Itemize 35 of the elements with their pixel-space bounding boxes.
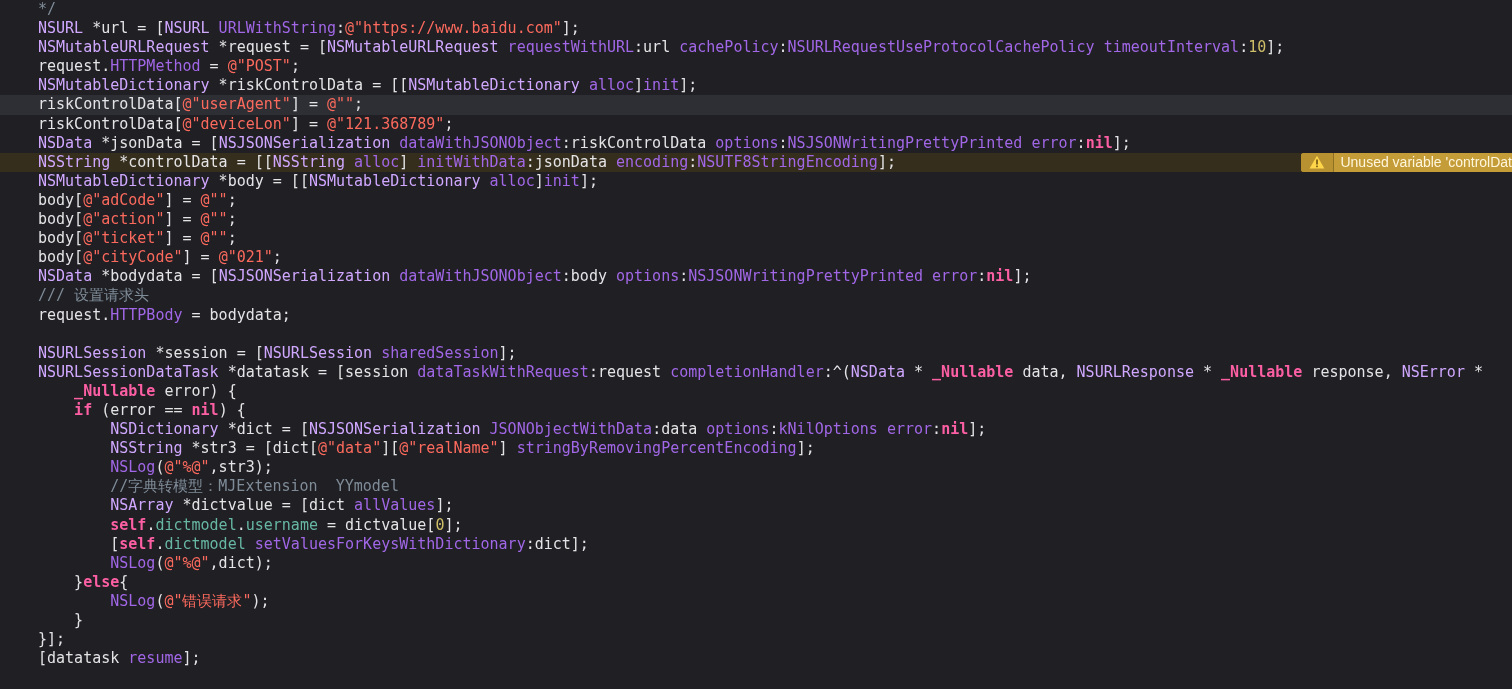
code-line: NSURL *url = [NSURL URLWithString:@"https://www.baidu.com"];	[37, 19, 581, 39]
code-line: body[@"adCode"] = @"";	[37, 190, 238, 211]
code-line: riskControlData[@"deviceLon"] = @"121.368789";	[37, 114, 455, 134]
code-line: request.HTTPBody = bodydata;	[37, 305, 292, 325]
code-line: [self.dictmodel setValuesForKeysWithDictionary:dict];	[109, 534, 590, 554]
code-line: NSArray *dictvalue = [dict allValues];	[109, 496, 455, 516]
code-line: NSURLSession *session = [NSURLSession sharedSession];	[37, 343, 518, 363]
code-line: if (error == nil) {	[73, 400, 247, 421]
code-line: NSString *str3 = [dict[@"data"][@"realName"] stringByRemovingPercentEncoding];	[109, 439, 816, 459]
code-line: NSLog(@"%@",str3);	[109, 458, 274, 478]
code-line: }];	[37, 630, 67, 650]
code-line: NSData *bodydata = [NSJSONSerialization dataWithJSONObject:body options:NSJSONWritingPrettyPrinted error:nil];	[37, 267, 1033, 287]
code-line: body[@"ticket"] = @"";	[37, 229, 238, 249]
code-line: NSData *jsonData = [NSJSONSerialization dataWithJSONObject:riskControlData options:NSJSONWritingPrettyPrinted error:nil];	[37, 133, 1132, 153]
code-line: NSLog(@"%@",dict);	[109, 553, 274, 573]
warning-message: Unused variable 'controlDat	[1339, 152, 1512, 172]
code-line: _Nullable error) {	[73, 381, 238, 401]
code-line: //字典转模型：MJExtension YYmodel	[109, 477, 400, 497]
code-line: NSMutableURLRequest *request = [NSMutableURLRequest requestWithURL:url cachePolicy:NSURLRequestUseProtocolCachePolicy timeoutInterval:10];	[37, 38, 1286, 58]
warning-badge[interactable]: Unused variable 'controlDat	[1301, 152, 1512, 172]
code-line: }else{	[73, 572, 130, 592]
code-line: self.dictmodel.username = dictvalue[0];	[109, 515, 464, 535]
code-line: NSLog(@"错误请求");	[109, 591, 271, 611]
code-line: NSURLSessionDataTask *datatask = [session dataTaskWithRequest:request completionHandler:^(NSData * _Nullable data, NSURLResponse * _Nullable response, NSError *	[37, 362, 1484, 382]
code-line: }	[73, 611, 85, 631]
code-line: NSMutableDictionary *riskControlData = [[NSMutableDictionary alloc]init];	[37, 76, 699, 96]
code-line: */	[37, 0, 58, 20]
code-line: body[@"action"] = @"";	[37, 210, 238, 230]
code-line: request.HTTPMethod = @"POST";	[37, 57, 301, 77]
code-line: NSDictionary *dict = [NSJSONSerialization JSONObjectWithData:data options:kNilOptions error:nil];	[109, 420, 988, 440]
code-line: NSMutableDictionary *body = [[NSMutableDictionary alloc]init];	[37, 171, 599, 191]
code-line: /// 设置请求头	[37, 286, 151, 306]
warning-icon	[1309, 155, 1326, 170]
code-line: [datatask resume];	[37, 649, 202, 669]
code-line: body[@"cityCode"] = @"021";	[37, 248, 283, 268]
